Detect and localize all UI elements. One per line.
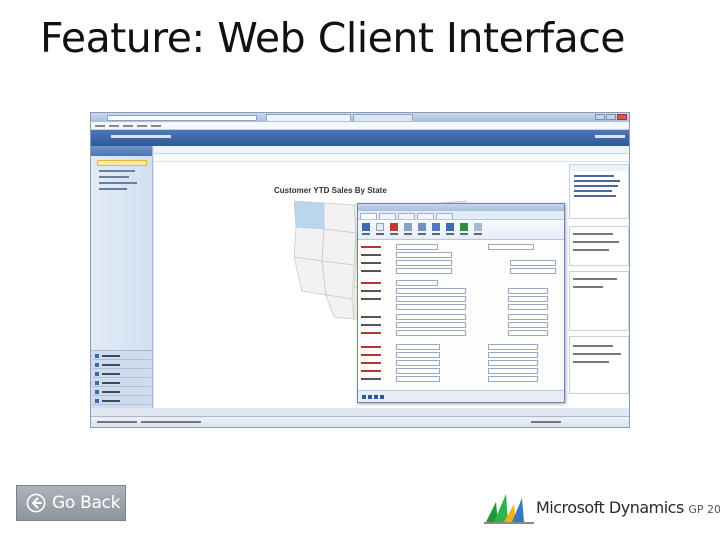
browser-menubar xyxy=(91,122,629,130)
browser-tab xyxy=(353,114,413,121)
window-titlebar xyxy=(358,204,564,211)
microsoft-dynamics-logo: Microsoft Dynamics GP 2013 xyxy=(484,490,720,526)
map-region xyxy=(294,256,327,296)
map-region xyxy=(294,226,325,262)
map-region xyxy=(323,202,357,234)
map-region xyxy=(325,294,355,320)
map-region xyxy=(321,260,355,300)
customer-card-window xyxy=(357,203,565,403)
window-tabs xyxy=(358,211,564,220)
side-panel xyxy=(569,226,629,266)
window-controls xyxy=(595,114,627,120)
slide-title: Feature: Web Client Interface xyxy=(40,14,626,62)
browser-titlebar xyxy=(91,113,629,122)
chart-title: Customer YTD Sales By State xyxy=(274,186,387,195)
navigation-pane xyxy=(91,146,153,408)
window-toolbar xyxy=(358,220,564,240)
logo-version: GP 2013 xyxy=(688,503,720,516)
close-icon xyxy=(617,114,627,120)
browser-tab xyxy=(266,114,351,121)
nav-selected-item xyxy=(97,160,147,166)
address-bar xyxy=(107,115,257,121)
side-panel xyxy=(569,336,629,394)
go-back-label: Go Back xyxy=(52,493,121,513)
app-ribbon xyxy=(91,130,629,146)
maximize-icon xyxy=(606,114,616,120)
window-form xyxy=(358,240,564,392)
side-panel xyxy=(569,271,629,331)
dynamics-logo-icon xyxy=(484,494,534,524)
content-subheader xyxy=(154,154,629,162)
minimize-icon xyxy=(595,114,605,120)
status-bar xyxy=(91,416,629,427)
nav-module-list xyxy=(91,350,152,408)
go-back-button[interactable]: Go Back xyxy=(16,485,126,521)
logo-brand: Microsoft Dynamics xyxy=(536,498,684,517)
map-region xyxy=(321,228,357,266)
content-header xyxy=(154,146,629,154)
back-arrow-icon xyxy=(26,493,46,513)
nav-home-header xyxy=(91,146,152,156)
quick-links-panel xyxy=(569,164,629,219)
map-region xyxy=(294,200,325,230)
window-footer xyxy=(358,390,564,402)
